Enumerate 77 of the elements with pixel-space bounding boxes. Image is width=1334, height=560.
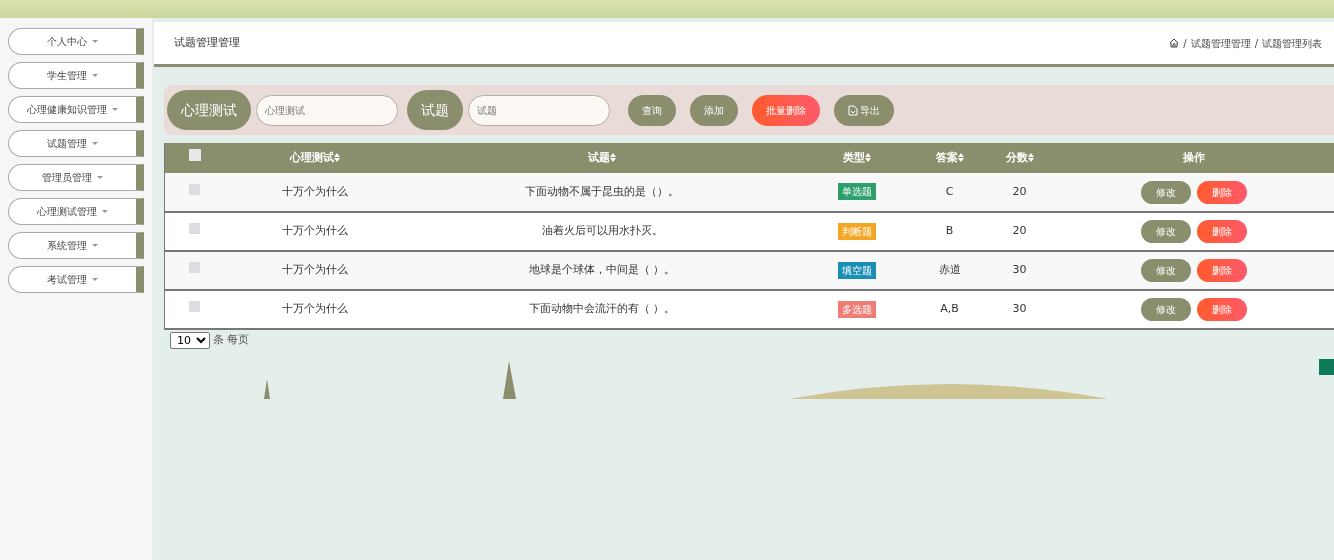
page-size-select[interactable]: 10: [170, 332, 210, 349]
sidebar-menu-item[interactable]: 系统管理: [8, 232, 144, 259]
search-button[interactable]: 查询: [628, 94, 676, 126]
select-all-checkbox[interactable]: [188, 149, 201, 162]
edit-button[interactable]: 修改: [1141, 220, 1192, 243]
table-cell: 十万个为什么: [281, 263, 348, 277]
table-cell: 20: [1012, 224, 1027, 238]
document-icon: [848, 104, 858, 116]
table-cell: A,B: [940, 302, 959, 316]
page-title: 试题管理管理: [174, 34, 240, 51]
table-cell: 十万个为什么: [281, 224, 348, 238]
table-cell: B: [945, 224, 954, 238]
row-checkbox[interactable]: [189, 183, 201, 195]
edit-button[interactable]: 修改: [1141, 298, 1192, 321]
edit-button[interactable]: 修改: [1141, 259, 1192, 282]
delete-button[interactable]: 删除: [1197, 220, 1248, 243]
page-size-label: 条 每页: [213, 332, 250, 349]
type-tag: 判断题: [838, 222, 876, 240]
sort-icon[interactable]: [333, 153, 340, 163]
delete-button[interactable]: 删除: [1197, 259, 1248, 282]
column-header: 操作: [1183, 150, 1206, 164]
row-checkbox[interactable]: [189, 223, 201, 235]
sidebar-menu-item[interactable]: 个人中心: [8, 28, 144, 55]
row-checkbox[interactable]: [189, 262, 201, 274]
sort-icon[interactable]: [957, 153, 964, 163]
edit-button[interactable]: 修改: [1141, 180, 1192, 204]
table-cell: 地球是个球体，中间是（ ）。: [528, 263, 676, 277]
column-header[interactable]: 试题: [588, 150, 610, 164]
caret-icon: [112, 108, 118, 111]
sidebar-menu-item[interactable]: 心理健康知识管理: [8, 96, 144, 123]
field-label: 试题: [407, 90, 463, 130]
home-icon[interactable]: [1169, 38, 1180, 48]
caret-icon: [102, 210, 108, 213]
column-header[interactable]: 类型: [843, 150, 865, 164]
table-cell: 30: [1012, 302, 1027, 316]
table-cell: 油着火后可以用水扑灭。: [541, 224, 663, 238]
batch-delete-button[interactable]: 批量删除: [752, 94, 820, 126]
delete-button[interactable]: 删除: [1197, 298, 1248, 321]
sidebar-menu-item[interactable]: 心理测试管理: [8, 198, 144, 225]
table-cell: 20: [1012, 184, 1027, 198]
breadcrumb-separator: /: [1183, 36, 1187, 51]
table-cell: 下面动物不属于昆虫的是（）。: [525, 184, 679, 198]
sort-icon[interactable]: [1027, 153, 1034, 163]
table-cell: 十万个为什么: [281, 302, 348, 316]
column-header[interactable]: 心理测试: [289, 150, 334, 164]
row-checkbox[interactable]: [189, 301, 201, 313]
search-button[interactable]: 添加: [690, 94, 738, 126]
search-field[interactable]: 心理测试: [256, 94, 398, 126]
table-cell: 30: [1012, 263, 1027, 277]
column-header[interactable]: 答案: [935, 150, 958, 164]
sidebar-menu-item[interactable]: 试题管理: [8, 130, 144, 157]
delete-button[interactable]: 删除: [1197, 180, 1248, 204]
sort-icon[interactable]: [610, 153, 616, 163]
export-button[interactable]: 导出: [834, 94, 894, 126]
type-tag: 填空题: [838, 261, 876, 279]
sidebar-menu-item[interactable]: 考试管理: [8, 266, 144, 293]
sort-icon[interactable]: [865, 153, 871, 163]
table-cell: 下面动物中会流汗的有（ ）。: [528, 302, 676, 316]
caret-icon: [97, 176, 103, 179]
field-label: 心理测试: [167, 90, 251, 130]
caret-icon: [92, 40, 98, 43]
caret-icon: [92, 142, 98, 145]
table-cell: C: [945, 184, 954, 198]
breadcrumb-separator: /: [1254, 36, 1258, 51]
sidebar-menu-item[interactable]: 管理员管理: [8, 164, 144, 191]
caret-icon: [92, 278, 98, 281]
breadcrumb-item: 试题管理列表: [1262, 36, 1322, 51]
caret-icon: [92, 244, 98, 247]
sidebar-menu-item[interactable]: 学生管理: [8, 62, 144, 89]
column-header[interactable]: 分数: [1005, 150, 1028, 164]
caret-icon: [92, 74, 98, 77]
table-cell: 赤道: [938, 263, 961, 277]
table-cell: 十万个为什么: [281, 184, 348, 198]
type-tag: 单选题: [838, 183, 876, 201]
breadcrumb-item[interactable]: 试题管理管理: [1190, 35, 1251, 51]
type-tag: 多选题: [838, 300, 876, 318]
search-field[interactable]: 试题: [468, 94, 610, 126]
